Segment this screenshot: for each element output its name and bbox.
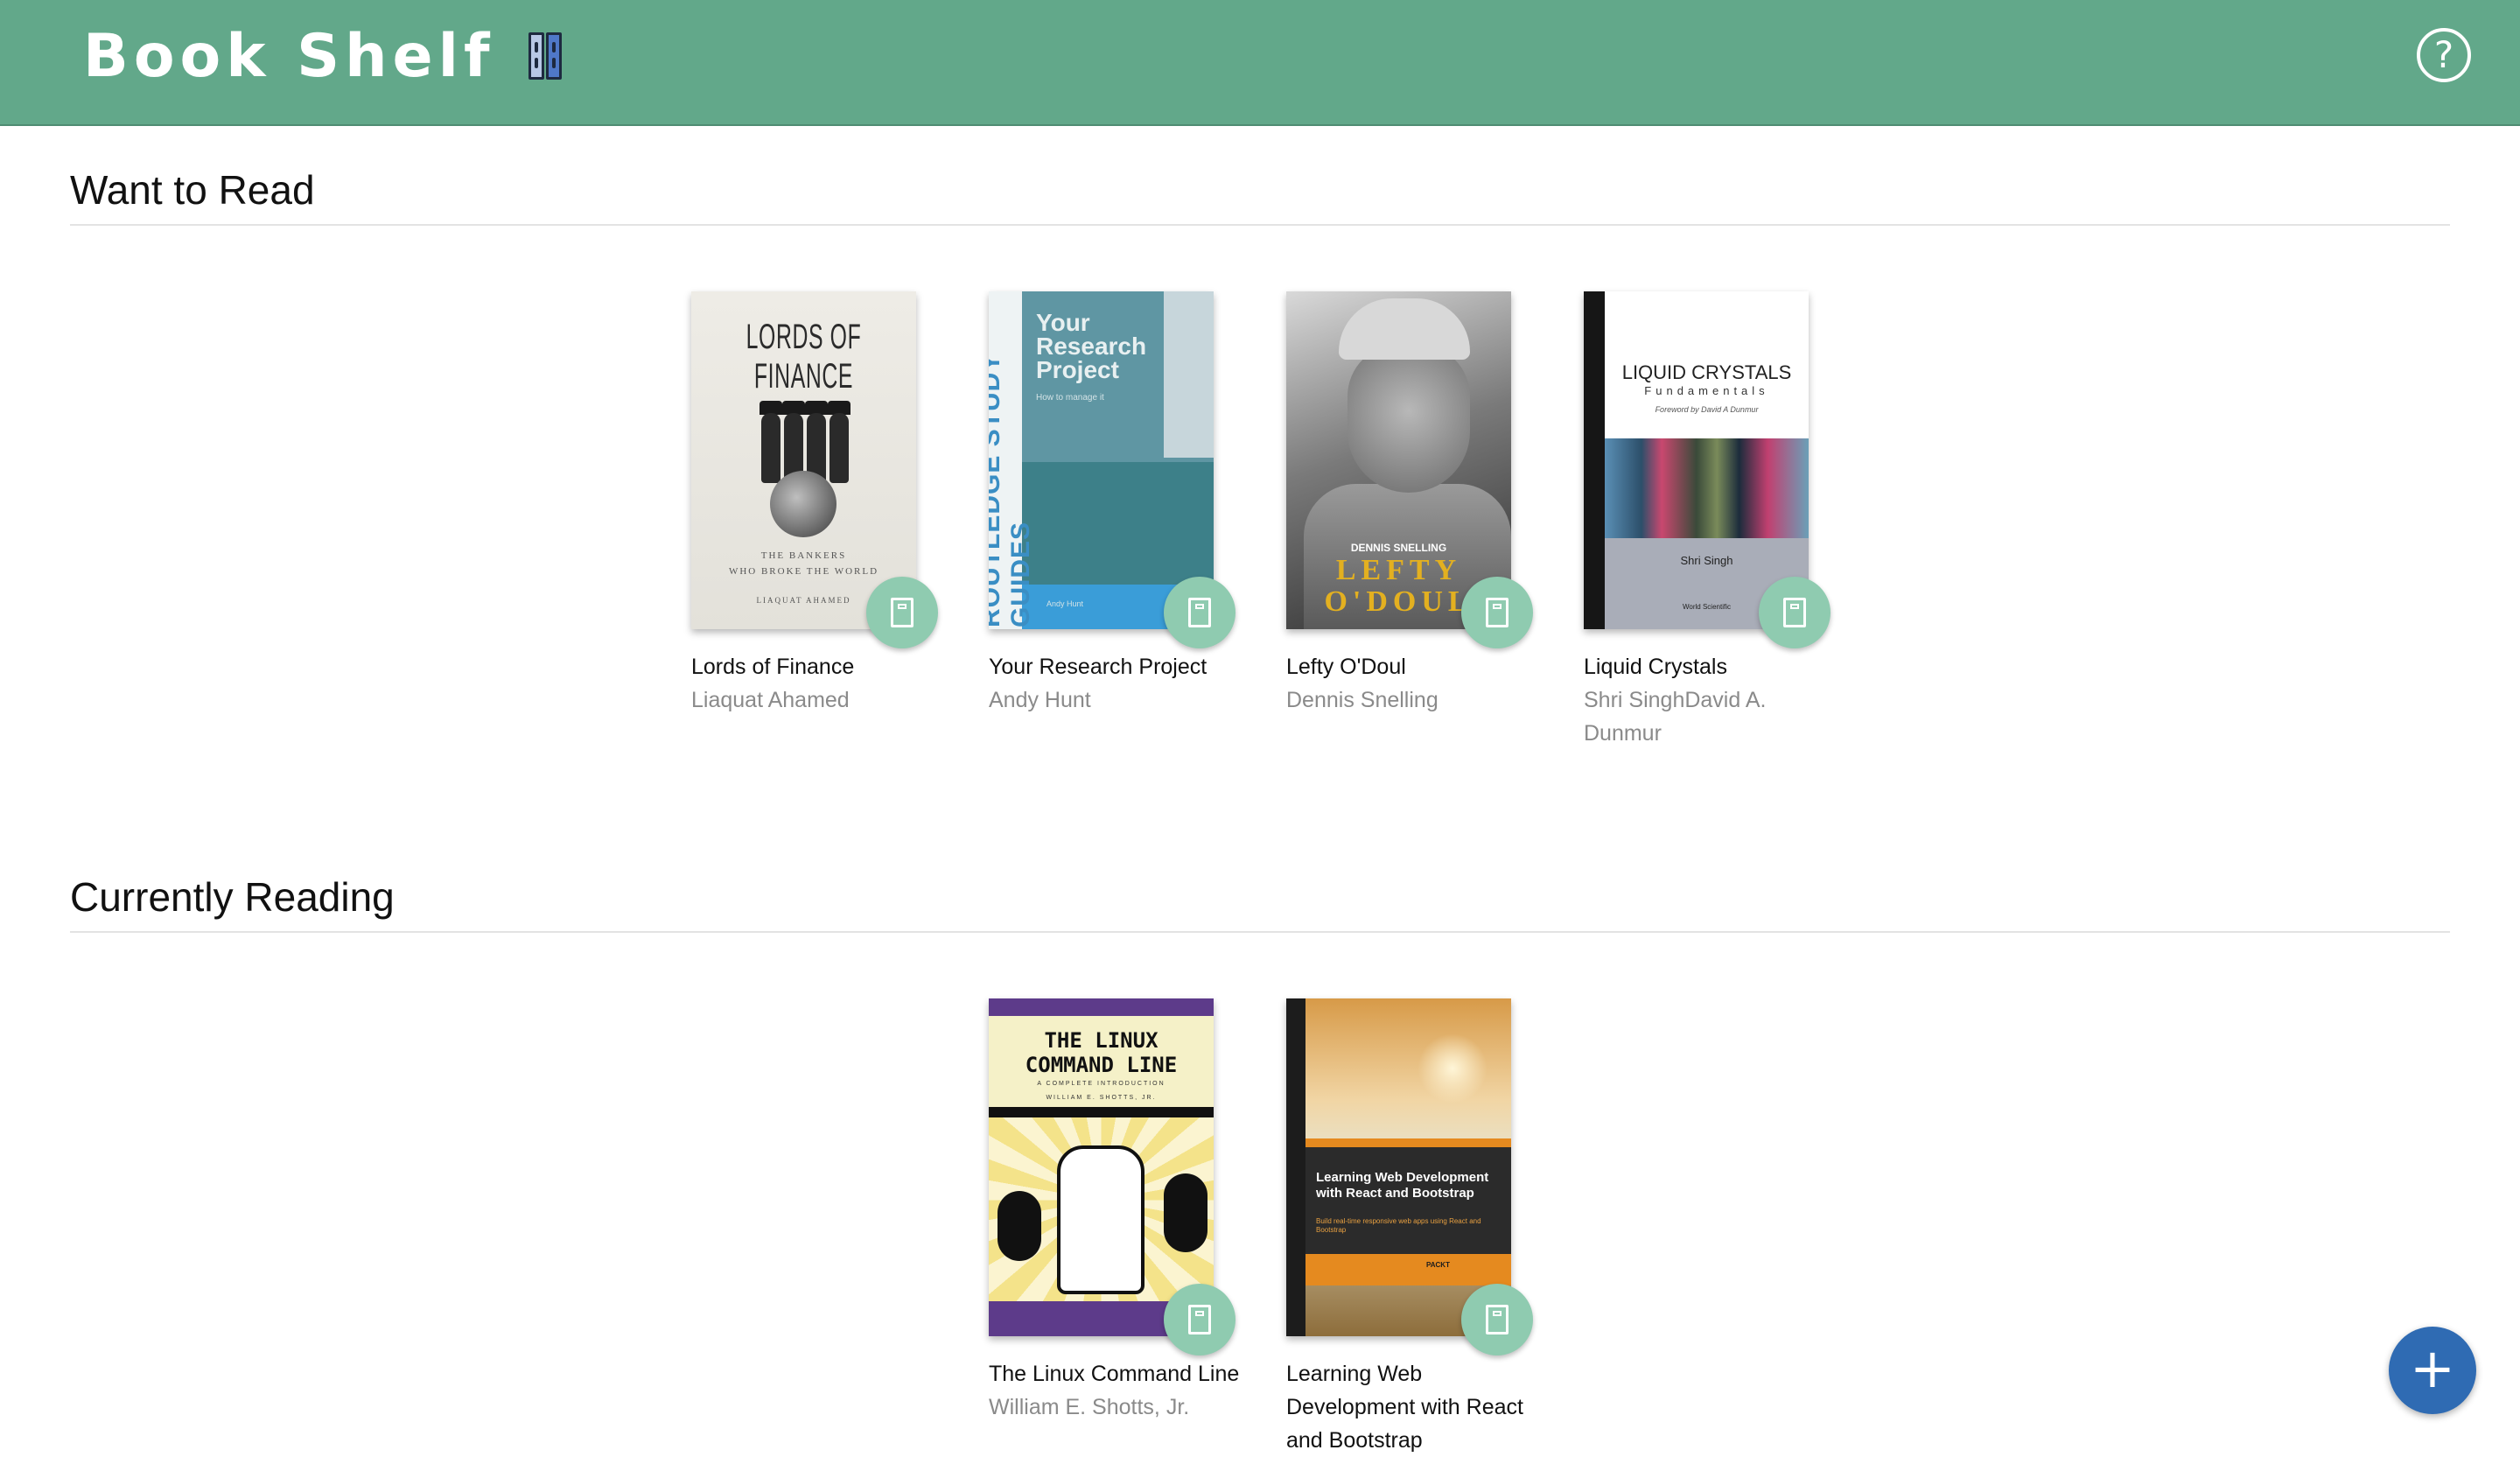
book-cover[interactable]: LORDS OF FINANCE THE BANKERS WHO BROKE T… bbox=[691, 291, 916, 629]
app-header: Book Shelf ? bbox=[0, 0, 2520, 126]
book-authors: Dennis Snelling bbox=[1286, 688, 1438, 712]
book-cover[interactable]: THE LINUX COMMAND LINE A COMPLETE INTROD… bbox=[989, 998, 1214, 1336]
book-authors: William E. Shotts, Jr. bbox=[989, 1395, 1190, 1419]
shelf-title-currently-reading: Currently Reading bbox=[70, 874, 395, 920]
book-title: Your Research Project bbox=[989, 655, 1208, 679]
book-move-icon bbox=[1188, 1305, 1211, 1334]
shelf-changer-button[interactable] bbox=[1164, 577, 1236, 648]
shelf-divider bbox=[70, 224, 2450, 226]
book-move-icon bbox=[1783, 598, 1806, 627]
question-circle-icon: ? bbox=[2433, 33, 2454, 76]
book-cover[interactable]: ROUTLEDGE STUDY GUIDES Your Research Pro… bbox=[989, 291, 1214, 629]
shelf-changer-button[interactable] bbox=[1164, 1284, 1236, 1355]
help-button[interactable]: ? bbox=[2417, 28, 2471, 82]
book-title: The Linux Command Line bbox=[989, 1362, 1240, 1386]
shelf-changer-button[interactable] bbox=[1461, 577, 1533, 648]
book-title: Lords of Finance bbox=[691, 655, 855, 679]
book-move-icon bbox=[1486, 598, 1508, 627]
book-authors: Shri SinghDavid A. Dunmur bbox=[1584, 688, 1767, 746]
book-authors: Liaquat Ahamed bbox=[691, 688, 850, 712]
book-cover[interactable]: LIQUID CRYSTALS Fundamentals Foreword by… bbox=[1584, 291, 1809, 629]
shelf-changer-button[interactable] bbox=[1759, 577, 1830, 648]
book-move-icon bbox=[1188, 598, 1211, 627]
brand: Book Shelf bbox=[83, 21, 564, 91]
book-cover[interactable]: Learning Web Development with React and … bbox=[1286, 998, 1511, 1336]
shelf-divider bbox=[70, 931, 2450, 933]
shelf-changer-button[interactable] bbox=[1461, 1284, 1533, 1355]
add-book-button[interactable]: + bbox=[2389, 1327, 2476, 1414]
book-title: Learning Web Development with React and … bbox=[1286, 1362, 1523, 1453]
app-title: Book Shelf bbox=[83, 21, 495, 91]
book-cover[interactable]: DENNIS SNELLING LEFTY O'DOUL bbox=[1286, 291, 1511, 629]
shelf-changer-button[interactable] bbox=[866, 577, 938, 648]
book-move-icon bbox=[1486, 1305, 1508, 1334]
book-move-icon bbox=[891, 598, 914, 627]
book-title: Liquid Crystals bbox=[1584, 655, 1727, 679]
binders-icon bbox=[528, 32, 564, 80]
book-title: Lefty O'Doul bbox=[1286, 655, 1406, 679]
book-authors: Andy Hunt bbox=[989, 688, 1091, 712]
shelf-title-want-to-read: Want to Read bbox=[70, 167, 315, 213]
plus-icon: + bbox=[2410, 1336, 2455, 1400]
